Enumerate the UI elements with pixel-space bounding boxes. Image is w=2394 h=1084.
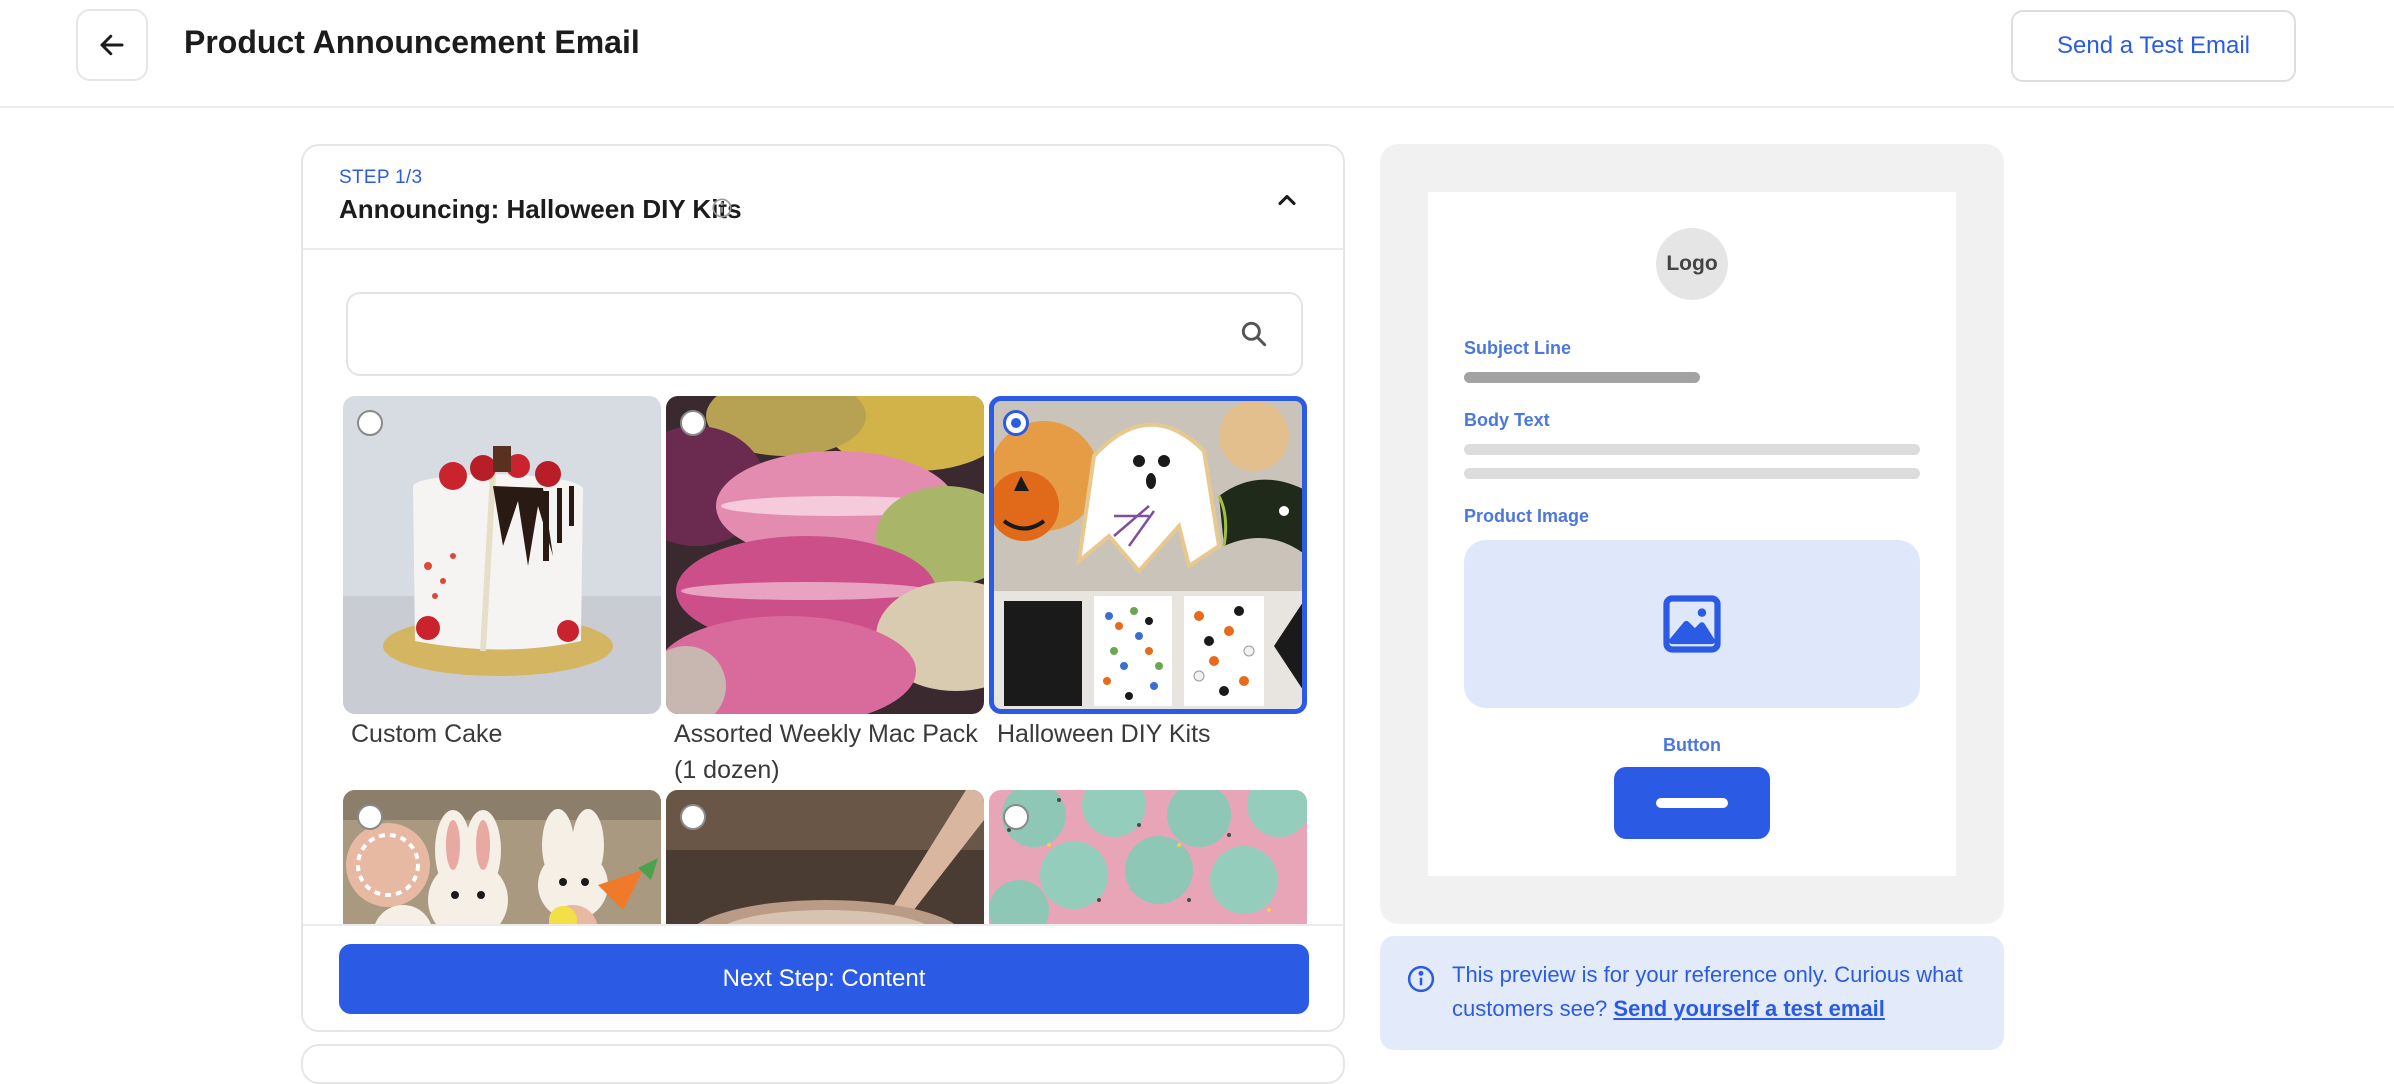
body-text-label: Body Text	[1464, 410, 1550, 430]
next-step-button[interactable]: Next Step: Content	[339, 944, 1309, 1014]
step-header[interactable]: STEP 1/3 Announcing: Halloween DIY Kits	[303, 146, 1343, 250]
email-preview-panel: Logo Subject Line Body Text Product Imag…	[1380, 144, 2004, 924]
chevron-up-icon[interactable]	[1273, 186, 1301, 214]
product-label: Custom Cake	[351, 720, 503, 748]
product-radio[interactable]	[1003, 804, 1029, 830]
logo-placeholder: Logo	[1656, 228, 1728, 300]
info-icon	[1407, 965, 1435, 993]
product-search-box[interactable]	[346, 292, 1303, 376]
next-step-card[interactable]	[301, 1044, 1345, 1084]
subject-line-label: Subject Line	[1464, 338, 1572, 358]
notice-text: This preview is for your reference only.…	[1452, 958, 1982, 1026]
product-selection-card: STEP 1/3 Announcing: Halloween DIY Kits	[301, 144, 1345, 1032]
product-radio-selected[interactable]	[1003, 410, 1029, 436]
info-icon[interactable]	[711, 197, 733, 219]
top-bar: Product Announcement Email Send a Test E…	[0, 0, 2394, 108]
product-label: Halloween DIY Kits	[997, 720, 1211, 748]
arrow-left-icon	[100, 34, 124, 56]
step-title: Announcing: Halloween DIY Kits	[339, 194, 742, 224]
product-radio[interactable]	[357, 410, 383, 436]
product-radio[interactable]	[680, 410, 706, 436]
product-image-label: Product Image	[1464, 506, 1590, 526]
product-radio[interactable]	[680, 804, 706, 830]
email-preview-canvas: Logo Subject Line Body Text Product Imag…	[1428, 192, 1956, 876]
search-icon[interactable]	[1238, 318, 1270, 350]
step-label: STEP 1/3	[339, 167, 423, 188]
send-test-email-button[interactable]: Send a Test Email	[2011, 10, 2296, 82]
button-label: Button	[1663, 735, 1721, 755]
step-footer: Next Step: Content	[303, 924, 1343, 1030]
product-image-placeholder	[1464, 540, 1920, 708]
send-test-email-link[interactable]: Send yourself a test email	[1613, 996, 1884, 1021]
page-title: Product Announcement Email	[184, 24, 640, 60]
product-search-input[interactable]	[368, 312, 1208, 356]
body-text-bar	[1464, 444, 1920, 455]
back-button[interactable]	[76, 9, 148, 81]
preview-notice: This preview is for your reference only.…	[1380, 936, 2004, 1050]
product-label: Assorted Weekly Mac Pack (1 dozen)	[674, 720, 978, 784]
product-image[interactable]	[666, 396, 984, 714]
product-image[interactable]	[989, 396, 1307, 714]
subject-line-bar	[1464, 372, 1700, 383]
button-placeholder	[1614, 767, 1770, 839]
image-icon	[1663, 595, 1721, 653]
product-image[interactable]	[343, 396, 661, 714]
body-text-bar	[1464, 468, 1920, 479]
product-radio[interactable]	[357, 804, 383, 830]
